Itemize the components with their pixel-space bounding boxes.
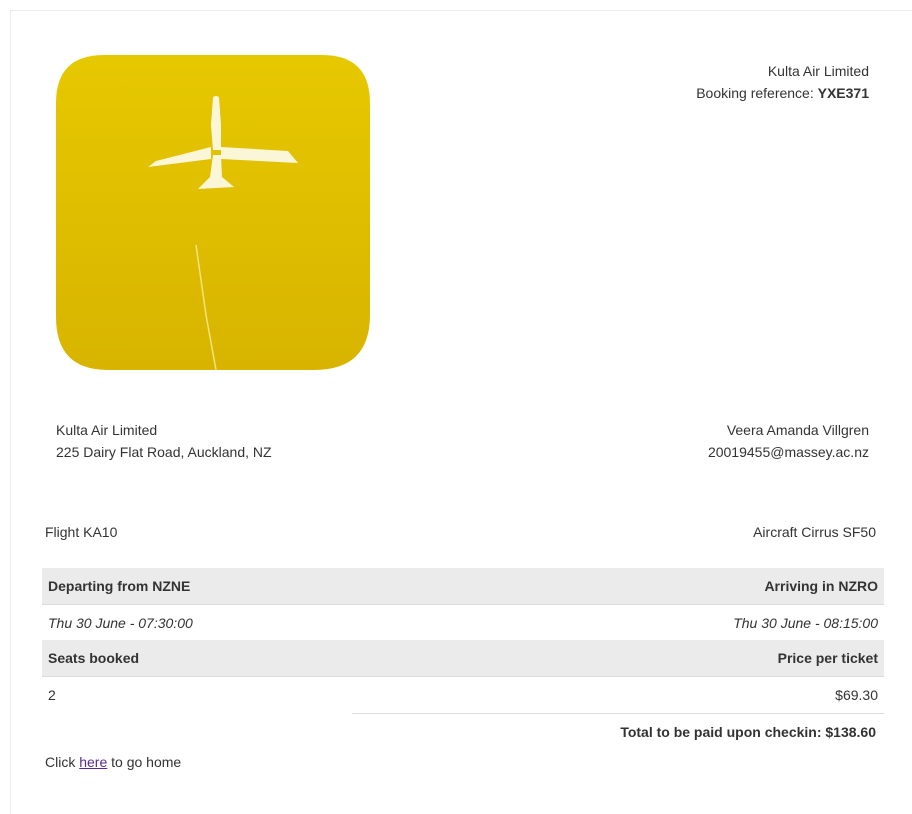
price-value: $69.30 [835,687,878,703]
table-row: Thu 30 June - 07:30:00 Thu 30 June - 08:… [42,605,884,641]
airline-logo [56,55,370,370]
flight-number: Flight KA10 [45,524,118,540]
table-row: Departing from NZNE Arriving in NZRO [42,568,884,605]
price-header: Price per ticket [463,640,884,677]
go-home-link[interactable]: here [79,754,107,770]
company-address-name: Kulta Air Limited [56,422,158,438]
seats-value: 2 [48,687,56,703]
go-home-prefix: Click [45,754,80,770]
customer-email: 20019455@massey.ac.nz [707,444,869,460]
arriving-time: Thu 30 June - 08:15:00 [733,614,878,631]
company-address: Kulta Air Limited 225 Dairy Flat Road, A… [56,419,272,463]
arriving-header: Arriving in NZRO [463,568,884,605]
booking-reference-value: YXE371 [817,85,869,101]
total-amount: Total to be paid upon checkin: $138.60 [620,724,876,740]
total-divider [352,713,884,714]
go-home-text: Click here to go home [45,754,181,770]
flight-info: Flight KA10 Aircraft Cirrus SF50 [45,524,876,540]
seats-header: Seats booked [42,640,463,677]
customer-details: Veera Amanda Villgren 20019455@massey.ac… [708,419,869,463]
departing-header: Departing from NZNE [42,568,463,605]
company-address-line: 225 Dairy Flat Road, Auckland, NZ [56,444,272,460]
booking-reference: Booking reference: YXE371 [696,82,869,104]
company-name: Kulta Air Limited [767,63,869,79]
departing-time: Thu 30 June - 07:30:00 [48,614,193,631]
booking-header: Kulta Air Limited Booking reference: YXE… [696,60,869,104]
table-row: Seats booked Price per ticket [42,640,884,677]
go-home-suffix: to go home [107,754,182,770]
booking-reference-label: Booking reference: [696,85,818,101]
booking-details-table: Departing from NZNE Arriving in NZRO Thu… [42,568,884,713]
customer-name: Veera Amanda Villgren [726,422,869,438]
aircraft-type: Aircraft Cirrus SF50 [753,524,876,540]
table-row: 2 $69.30 [42,677,884,714]
